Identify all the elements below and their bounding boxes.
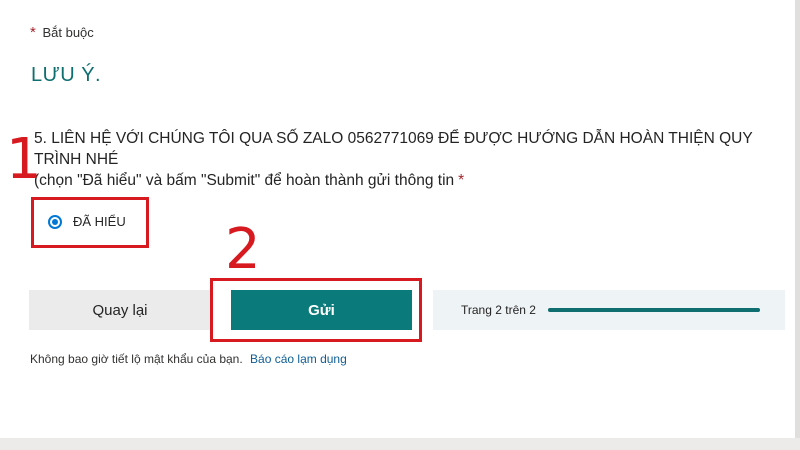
annotation-box-2 — [210, 278, 422, 342]
footer: Không bao giờ tiết lộ mật khẩu của bạn. … — [30, 352, 347, 366]
question-note-line: (chọn "Đã hiểu" và bấm "Submit" để hoàn … — [34, 170, 779, 191]
report-abuse-link[interactable]: Báo cáo lạm dụng — [250, 352, 347, 366]
question-required-star: * — [458, 172, 465, 189]
page-progress: Trang 2 trên 2 — [433, 290, 785, 330]
footer-text: Không bao giờ tiết lộ mật khẩu của bạn. — [30, 352, 243, 366]
back-button[interactable]: Quay lại — [29, 290, 211, 330]
progress-track — [547, 308, 760, 312]
annotation-number-1: 1 — [6, 127, 42, 192]
progress-text: Trang 2 trên 2 — [461, 303, 536, 317]
question: 5. LIÊN HỆ VỚI CHÚNG TÔI QUA SỐ ZALO 056… — [34, 128, 779, 191]
progress-fill — [547, 308, 760, 312]
section-title: LƯU Ý. — [31, 64, 102, 86]
annotation-box-1 — [31, 197, 149, 248]
required-star: * — [30, 24, 36, 41]
question-text: 5. LIÊN HỆ VỚI CHÚNG TÔI QUA SỐ ZALO 056… — [34, 130, 753, 168]
question-note: (chọn "Đã hiểu" và bấm "Submit" để hoàn … — [34, 172, 455, 189]
page-bottom-band — [0, 438, 800, 450]
form-card: * Bắt buộc LƯU Ý. 5. LIÊN HỆ VỚI CHÚNG T… — [0, 0, 800, 438]
required-note: * Bắt buộc — [30, 24, 94, 41]
annotation-number-2: 2 — [225, 217, 261, 282]
required-text: Bắt buộc — [42, 25, 94, 40]
